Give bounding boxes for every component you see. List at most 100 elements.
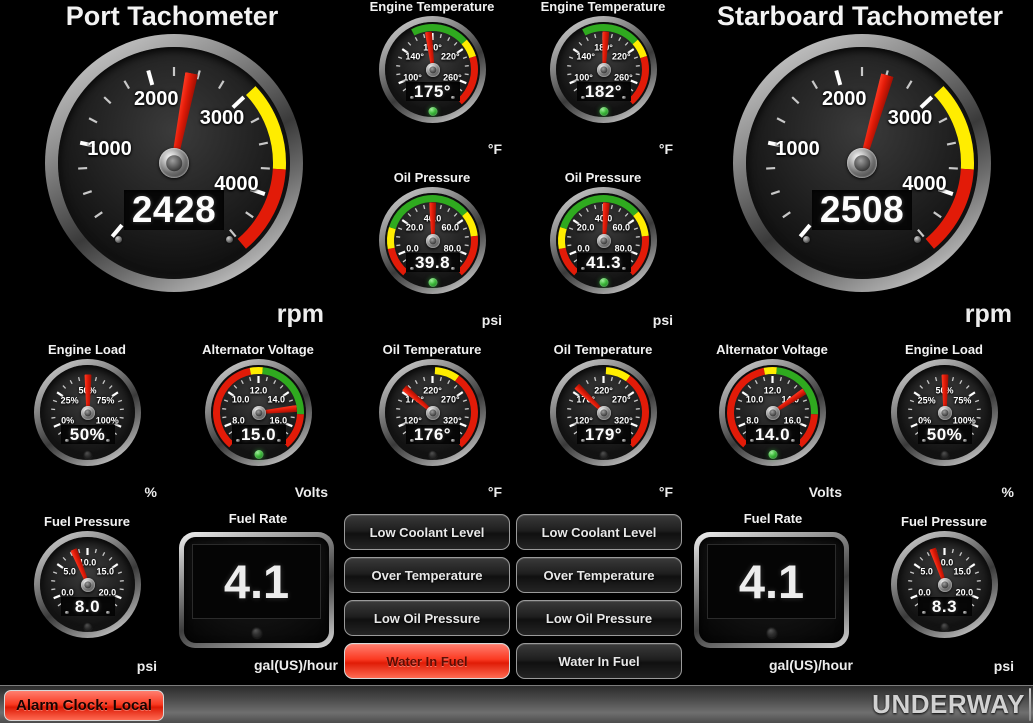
- readout-fuel-rate-starboard[interactable]: Fuel Rate 4.1 gal(US)/hour: [693, 512, 853, 680]
- gauge-title: Oil Pressure: [533, 171, 673, 184]
- gauge-dial[interactable]: 0.020.040.060.080.039.8: [379, 187, 486, 294]
- gauge-dial[interactable]: 0%25%50%75%100%50%: [891, 359, 998, 466]
- gauge-port-tachometer[interactable]: Port Tachometer 010002000300040002428 rp…: [12, 2, 332, 332]
- gauge-minor-tick: [636, 417, 640, 418]
- tachometer-dial[interactable]: 010002000300040002428: [45, 34, 303, 292]
- gauge-minor-tick: [408, 42, 411, 45]
- alarm-low-oil-pressure[interactable]: Low Oil Pressure: [344, 600, 510, 636]
- gauge-hub-center: [166, 155, 182, 171]
- gauge-oil-pressure-port[interactable]: Oil Pressure 0.020.040.060.080.039.8 psi: [362, 171, 502, 336]
- gauge-minor-tick: [625, 213, 628, 216]
- gauge-unit: rpm: [277, 302, 324, 327]
- gauge-fuel-pressure-starboard[interactable]: Fuel Pressure 0.05.010.015.020.08.3 psi: [874, 515, 1014, 680]
- gauge-dial[interactable]: 0%25%50%75%100%50%: [34, 359, 141, 466]
- gauge-screw: [451, 96, 455, 100]
- gauge-unit: °F: [659, 142, 673, 156]
- gauge-minor-tick: [104, 97, 111, 103]
- gauge-dial[interactable]: 120°170°220°270°320°179°: [550, 359, 657, 466]
- status-bar: Alarm Clock: Local UNDERWAY: [0, 685, 1033, 723]
- gauge-major-tick: [914, 564, 920, 568]
- tachometer-dial[interactable]: 010002000300040002508: [733, 34, 991, 292]
- alarm-low-oil-pressure[interactable]: Low Oil Pressure: [516, 600, 682, 636]
- gauge-minor-tick: [939, 118, 947, 122]
- gauge-dial[interactable]: 0.020.040.060.080.041.3: [550, 187, 657, 294]
- gauge-scale-label: 220°: [423, 387, 442, 396]
- gauge-starboard-tachometer[interactable]: Starboard Tachometer 0100020003000400025…: [700, 2, 1020, 332]
- gauge-scale-label: 20.0: [577, 224, 595, 233]
- gauge-dial[interactable]: 0.05.010.015.020.08.3: [891, 531, 998, 638]
- alarm-over-temperature[interactable]: Over Temperature: [344, 557, 510, 593]
- alarm-clock-button[interactable]: Alarm Clock: Local: [4, 690, 164, 721]
- gauge-minor-tick: [748, 385, 751, 388]
- gauge-minor-tick: [625, 42, 628, 45]
- gauge-screw: [451, 439, 455, 443]
- gauge-title: Engine Load: [874, 343, 1014, 356]
- gauge-screw: [581, 96, 585, 100]
- gauge-scale-label: 60.0: [442, 224, 460, 233]
- gauge-screw: [277, 439, 281, 443]
- alarm-low-coolant-level[interactable]: Low Coolant Level: [344, 514, 510, 550]
- status-lamp-off: [83, 450, 92, 459]
- gauge-engine-temperature-port[interactable]: Engine Temperature 100°140°180°220°260°1…: [362, 0, 502, 165]
- gauge-dial[interactable]: 100°140°180°220°260°182°: [550, 16, 657, 123]
- gauge-color-band: [558, 227, 567, 249]
- gauge-scale-label: 1000: [87, 139, 132, 159]
- gauge-major-tick: [112, 225, 122, 236]
- gauge-minor-tick: [908, 589, 912, 590]
- gauge-minor-tick: [934, 212, 941, 217]
- gauge-dial[interactable]: 8.010.012.014.016.015.0: [205, 359, 312, 466]
- gauge-minor-tick: [120, 417, 124, 418]
- gauge-alternator-voltage-port[interactable]: Alternator Voltage 8.010.012.014.016.015…: [188, 343, 328, 508]
- alarm-water-in-fuel[interactable]: Water In Fuel: [516, 643, 682, 679]
- gauge-minor-tick: [788, 380, 790, 384]
- gauge-engine-temperature-starboard[interactable]: Engine Temperature 100°140°180°220°260°1…: [533, 0, 673, 165]
- gauge-dial[interactable]: 8.010.012.014.016.014.0: [719, 359, 826, 466]
- gauge-minor-tick: [619, 380, 621, 384]
- gauge-oil-temperature-port[interactable]: Oil Temperature 120°170°220°270°320°176°…: [362, 343, 502, 508]
- gauge-dial[interactable]: 120°170°220°270°320°176°: [379, 359, 486, 466]
- gauge-minor-tick: [634, 228, 638, 229]
- gauge-screw: [803, 236, 810, 243]
- fuel-rate-value: 4.1: [707, 544, 836, 619]
- gauge-value-readout: 2508: [812, 190, 912, 230]
- gauge-alternator-voltage-starboard[interactable]: Alternator Voltage 8.010.012.014.016.014…: [702, 343, 842, 508]
- gauge-oil-pressure-starboard[interactable]: Oil Pressure 0.020.040.060.080.041.3 psi: [533, 171, 673, 336]
- gauge-title: Starboard Tachometer: [700, 2, 1020, 30]
- gauge-screw: [791, 439, 795, 443]
- status-lamp-green: [768, 450, 777, 459]
- gauge-major-tick: [148, 71, 152, 85]
- gauge-scale-label: 5.0: [63, 568, 76, 577]
- gauge-minor-tick: [794, 385, 797, 388]
- gauge-scale-label: 20.0: [406, 224, 424, 233]
- gauge-fuel-pressure-port[interactable]: Fuel Pressure 0.05.010.015.020.08.0 psi: [17, 515, 157, 680]
- gauge-dial[interactable]: 0.05.010.015.020.08.0: [34, 531, 141, 638]
- gauge-engine-load-starboard[interactable]: Engine Load 0%25%50%75%100%50% %: [874, 343, 1014, 508]
- gauge-oil-temperature-starboard[interactable]: Oil Temperature 120°170°220°270°320°179°…: [533, 343, 673, 508]
- gauge-dial[interactable]: 100°140°180°220°260°175°: [379, 16, 486, 123]
- gauge-minor-tick: [777, 118, 785, 122]
- alarm-water-in-fuel[interactable]: Water In Fuel: [344, 643, 510, 679]
- gauge-scale-label: 220°: [612, 53, 631, 62]
- fuel-rate-panel[interactable]: 4.1: [179, 532, 334, 648]
- gauge-minor-tick: [89, 118, 97, 122]
- gauge-minor-tick: [448, 208, 450, 212]
- gauge-minor-tick: [241, 380, 243, 384]
- gauge-minor-tick: [567, 417, 571, 418]
- alarm-low-coolant-level[interactable]: Low Coolant Level: [516, 514, 682, 550]
- gauge-scale-label: 12.0: [250, 387, 268, 396]
- gauge-minor-tick: [910, 400, 914, 401]
- readout-fuel-rate-port[interactable]: Fuel Rate 4.1 gal(US)/hour: [178, 512, 338, 680]
- gauge-unit: °F: [488, 485, 502, 499]
- fuel-rate-panel[interactable]: 4.1: [694, 532, 849, 648]
- gauge-minor-tick: [977, 417, 981, 418]
- gauge-scale-label: 0.0: [61, 588, 74, 597]
- fuel-rate-value: 4.1: [192, 544, 321, 619]
- gauge-minor-tick: [920, 557, 923, 560]
- gauge-hub-center: [854, 155, 870, 171]
- gauge-title: Alternator Voltage: [702, 343, 842, 356]
- alarm-over-temperature[interactable]: Over Temperature: [516, 557, 682, 593]
- gauge-minor-tick: [396, 417, 400, 418]
- gauge-engine-load-port[interactable]: Engine Load 0%25%50%75%100%50% %: [17, 343, 157, 508]
- gauge-minor-tick: [619, 37, 621, 41]
- gauge-color-band: [628, 236, 649, 276]
